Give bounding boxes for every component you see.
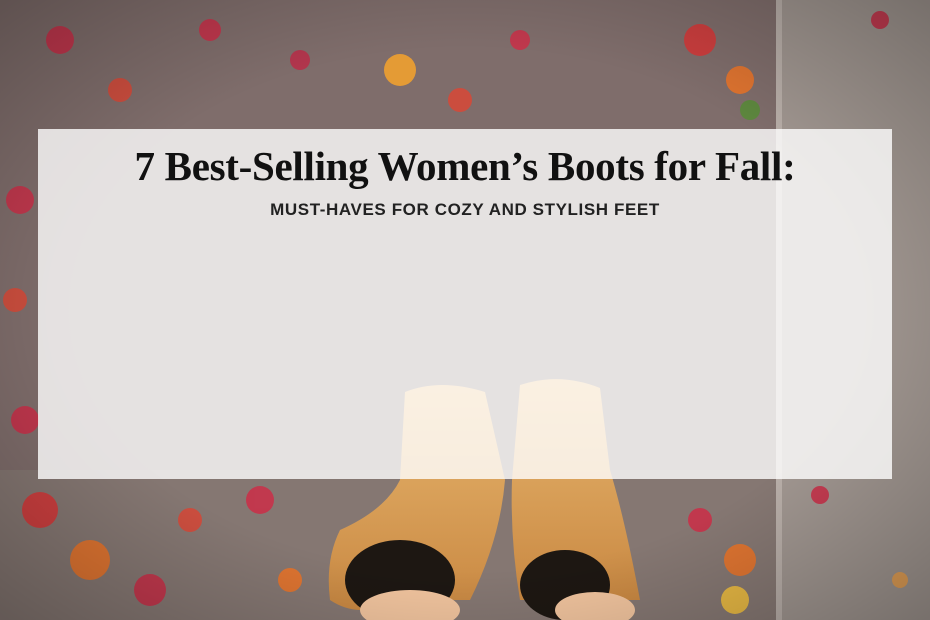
page-title: 7 Best-Selling Women’s Boots for Fall: <box>134 143 796 189</box>
page-subtitle: MUST-HAVES FOR COZY AND STYLISH FEET <box>270 200 660 219</box>
